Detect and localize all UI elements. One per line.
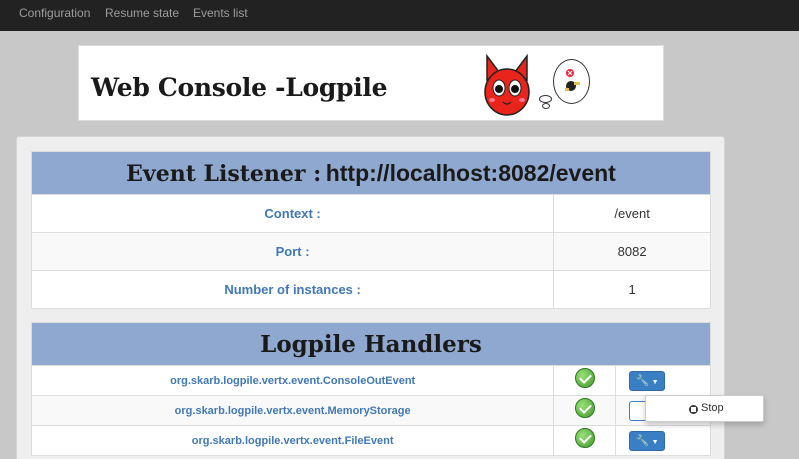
caret-down-icon: ▼ bbox=[651, 379, 659, 386]
event-listener-header: Event Listener : http://localhost:8082/e… bbox=[31, 151, 711, 195]
nav-configuration[interactable]: Configuration bbox=[19, 6, 90, 20]
status-cell bbox=[553, 365, 617, 396]
nav-events-list[interactable]: Events list bbox=[193, 6, 248, 20]
stop-menu-item[interactable]: Stop bbox=[701, 402, 724, 414]
status-cell bbox=[553, 425, 617, 456]
nav-resume-state[interactable]: Resume state bbox=[105, 6, 179, 20]
table-row: Port : 8082 bbox=[30, 232, 711, 271]
handler-actions-dropdown[interactable]: Stop bbox=[645, 395, 764, 422]
event-listener-url: http://localhost:8082/event bbox=[325, 159, 616, 186]
context-label: Context : bbox=[30, 194, 555, 233]
thought-bubble bbox=[553, 59, 590, 104]
handler-name[interactable]: org.skarb.logpile.vertx.event.FileEvent bbox=[30, 425, 555, 456]
caret-down-icon: ▼ bbox=[651, 439, 659, 446]
check-icon bbox=[574, 428, 595, 448]
port-value: 8082 bbox=[553, 232, 711, 271]
header-banner: Web Console -Logpile bbox=[78, 45, 664, 121]
banner-title: Web Console -Logpile bbox=[91, 73, 388, 102]
handler-actions-button[interactable]: 🔧 ▼ bbox=[629, 371, 666, 391]
thought-dot-medium bbox=[539, 95, 552, 103]
cat-mascot-icon bbox=[484, 53, 530, 116]
handler-actions-button[interactable]: 🔧 ▼ bbox=[629, 431, 666, 451]
table-row: Context : /event bbox=[30, 194, 711, 233]
table-row: org.skarb.logpile.vertx.event.FileEvent … bbox=[30, 425, 711, 456]
event-listener-title: Event Listener : bbox=[126, 160, 322, 187]
check-icon bbox=[574, 398, 595, 418]
check-icon bbox=[574, 368, 595, 388]
table-row: org.skarb.logpile.vertx.event.ConsoleOut… bbox=[30, 365, 711, 396]
handlers-table: Logpile Handlers org.skarb.logpile.vertx… bbox=[30, 322, 711, 456]
top-navbar: Configuration Resume state Events list bbox=[0, 0, 799, 31]
instances-label: Number of instances : bbox=[30, 270, 555, 309]
instances-value: 1 bbox=[553, 270, 711, 309]
event-listener-table: Event Listener : http://localhost:8082/e… bbox=[30, 151, 711, 309]
handler-name[interactable]: org.skarb.logpile.vertx.event.ConsoleOut… bbox=[30, 365, 555, 396]
handler-name[interactable]: org.skarb.logpile.vertx.event.MemoryStor… bbox=[30, 395, 555, 426]
bomb-icon bbox=[565, 69, 580, 91]
handlers-title: Logpile Handlers bbox=[260, 330, 482, 358]
port-label: Port : bbox=[30, 232, 555, 271]
context-value: /event bbox=[553, 194, 711, 233]
status-cell bbox=[553, 395, 617, 426]
stop-icon bbox=[689, 405, 698, 414]
handlers-header: Logpile Handlers bbox=[31, 322, 711, 366]
action-cell: 🔧 ▼ bbox=[615, 425, 711, 456]
action-cell: 🔧 ▼ bbox=[615, 365, 711, 396]
table-row: org.skarb.logpile.vertx.event.MemoryStor… bbox=[30, 395, 711, 426]
thought-dot-small bbox=[542, 103, 550, 109]
table-row: Number of instances : 1 bbox=[30, 270, 711, 309]
